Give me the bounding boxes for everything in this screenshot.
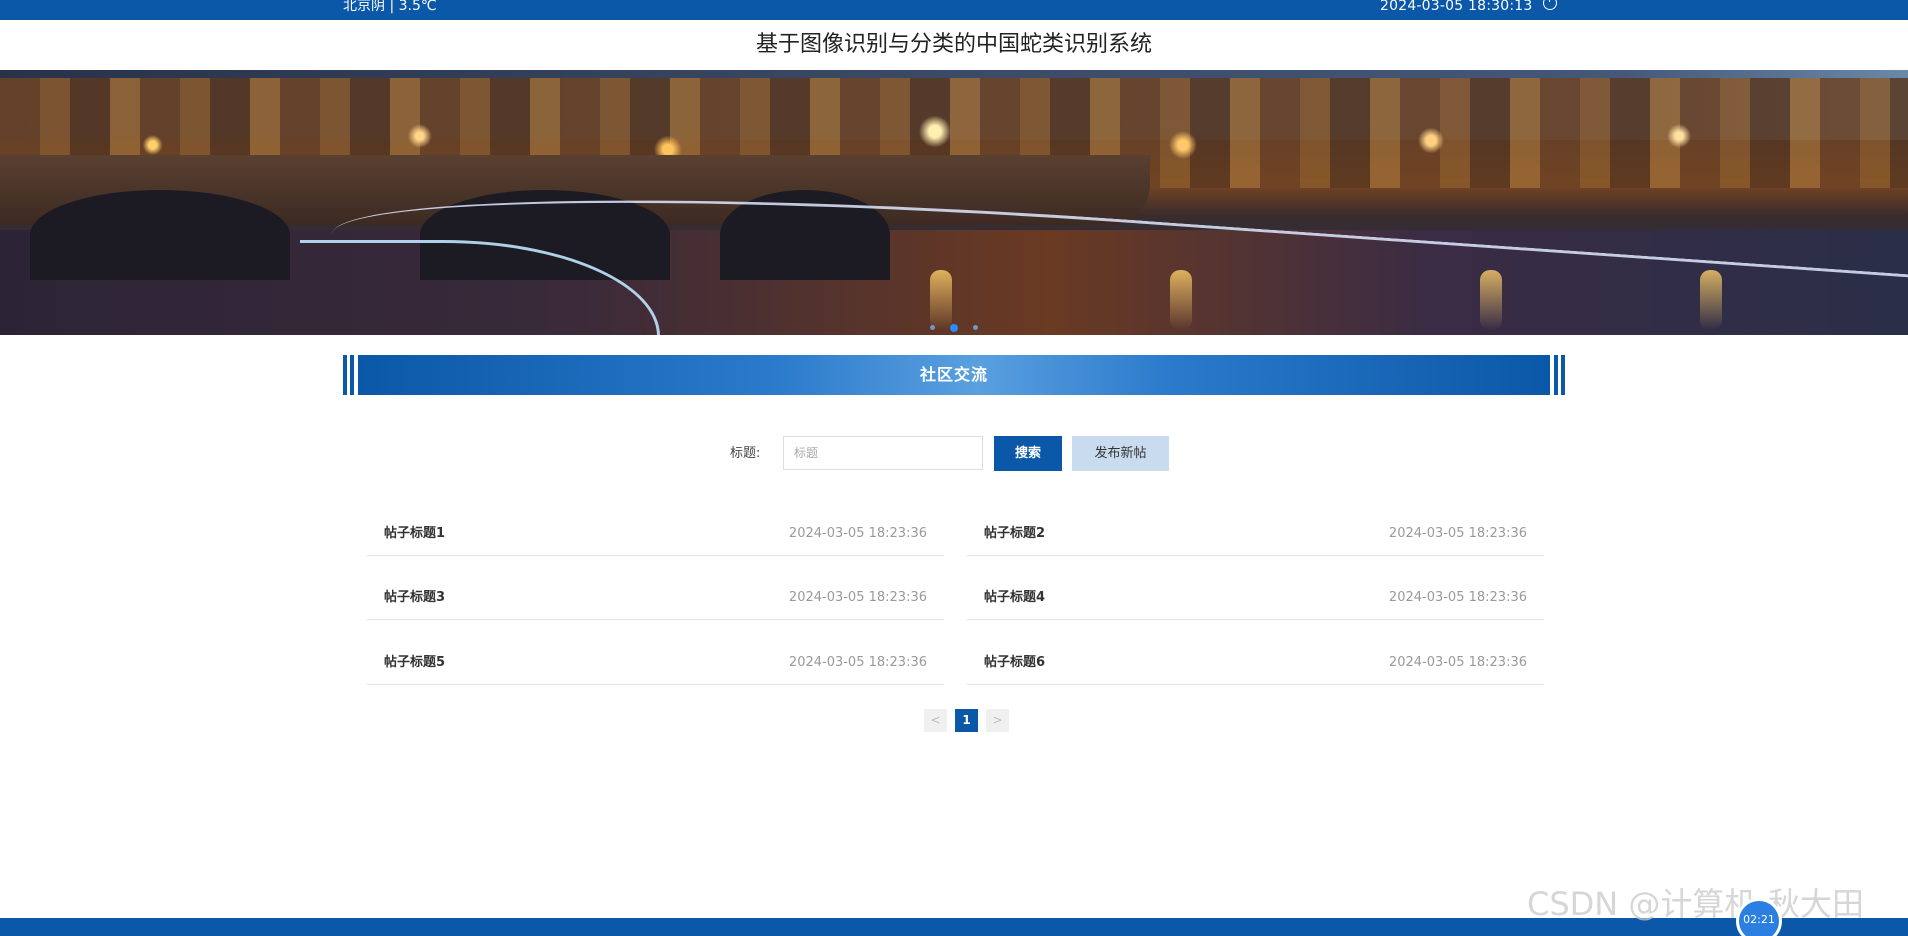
carousel-indicators xyxy=(0,317,1908,332)
section-deco-bar xyxy=(1561,355,1565,395)
carousel-dot[interactable] xyxy=(929,325,935,330)
section-title: 社区交流 xyxy=(358,355,1550,395)
post-title[interactable]: 帖子标题1 xyxy=(384,525,445,543)
section-header: 社区交流 xyxy=(343,355,1565,395)
section-deco-bar xyxy=(1554,355,1558,395)
post-item[interactable]: 帖子标题4 2024-03-05 18:23:36 xyxy=(967,572,1544,620)
pagination-prev-button[interactable]: < xyxy=(924,709,947,732)
banner-carousel[interactable] xyxy=(0,70,1908,335)
pagination-next-button[interactable]: > xyxy=(986,709,1009,732)
pagination-page-current[interactable]: 1 xyxy=(955,709,978,732)
publish-post-button[interactable]: 发布新帖 xyxy=(1072,436,1169,471)
post-item[interactable]: 帖子标题3 2024-03-05 18:23:36 xyxy=(367,572,944,620)
post-time: 2024-03-05 18:23:36 xyxy=(788,526,927,541)
post-time: 2024-03-05 18:23:36 xyxy=(788,590,927,605)
carousel-dot-active[interactable] xyxy=(950,323,958,332)
post-item[interactable]: 帖子标题1 2024-03-05 18:23:36 xyxy=(367,508,944,556)
top-bar: 北京阴 | 3.5℃ 2024-03-05 18:30:13 xyxy=(0,0,1908,20)
post-item[interactable]: 帖子标题5 2024-03-05 18:23:36 xyxy=(367,637,944,685)
search-label: 标题: xyxy=(730,446,761,461)
post-time: 2024-03-05 18:23:36 xyxy=(788,655,927,670)
post-item[interactable]: 帖子标题6 2024-03-05 18:23:36 xyxy=(967,637,1544,685)
power-icon[interactable] xyxy=(1543,0,1557,10)
post-title[interactable]: 帖子标题4 xyxy=(984,589,1045,607)
search-input[interactable] xyxy=(783,436,983,470)
post-time: 2024-03-05 18:23:36 xyxy=(1388,655,1527,670)
watermark-text: CSDN @计算机-秋大田 xyxy=(1527,885,1864,923)
section-deco-bar xyxy=(343,355,347,395)
post-title[interactable]: 帖子标题5 xyxy=(384,654,445,672)
datetime-text: 2024-03-05 18:30:13 xyxy=(1380,0,1533,14)
banner-bridge-arch xyxy=(30,190,290,280)
post-title[interactable]: 帖子标题6 xyxy=(984,654,1045,672)
search-button[interactable]: 搜索 xyxy=(994,436,1062,471)
post-time: 2024-03-05 18:23:36 xyxy=(1388,590,1527,605)
post-title[interactable]: 帖子标题3 xyxy=(384,589,445,607)
section-deco-bar xyxy=(350,355,354,395)
site-title: 基于图像识别与分类的中国蛇类识别系统 xyxy=(755,32,1152,57)
post-time: 2024-03-05 18:23:36 xyxy=(1388,526,1527,541)
weather-text: 北京阴 | 3.5℃ xyxy=(343,0,437,14)
floating-timer-badge[interactable]: 02:21 xyxy=(1736,898,1782,936)
post-title[interactable]: 帖子标题2 xyxy=(984,525,1045,543)
post-item[interactable]: 帖子标题2 2024-03-05 18:23:36 xyxy=(967,508,1544,556)
